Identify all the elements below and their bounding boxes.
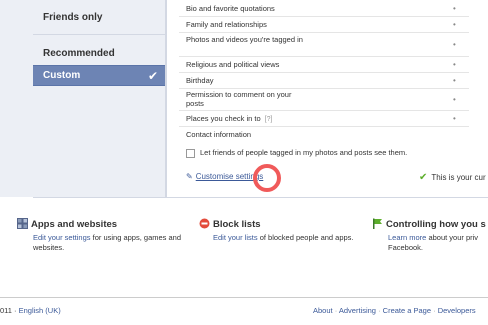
check-icon: ✔ [419, 172, 428, 183]
row-label: Places you check in to [186, 114, 261, 123]
divider [33, 34, 165, 35]
edit-settings-link[interactable]: Edit your settings [33, 233, 91, 242]
row-label: Religious and political views [186, 60, 280, 69]
row-label: Family and relationships [186, 20, 267, 29]
footer-links: About · Advertising · Create a Page · De… [313, 306, 476, 315]
checkmark-icon: ✔ [147, 69, 158, 83]
learn-more-link[interactable]: Learn more [388, 233, 426, 242]
option-recommended[interactable]: Recommended [43, 48, 115, 59]
footer-link-create-page[interactable]: Create a Page [383, 306, 431, 315]
section-title: Apps and websites [31, 219, 118, 230]
list-item[interactable]: Photos and videos you're tagged in • [179, 32, 469, 57]
customise-settings-link[interactable]: ✎ Customise settings [186, 172, 263, 181]
option-custom[interactable]: Custom ✔ [33, 65, 165, 86]
current-setting-status: ✔ This is your cur [419, 172, 486, 183]
setting-dot: • [453, 114, 456, 123]
controlling-section: Controlling how you s Learn more about y… [372, 218, 488, 253]
puzzle-icon [17, 218, 28, 229]
option-friends-only[interactable]: Friends only [43, 12, 102, 23]
setting-dot: • [453, 4, 456, 13]
list-item[interactable]: Contact information [179, 126, 469, 142]
help-icon[interactable]: [?] [265, 116, 273, 123]
block-icon [199, 218, 210, 229]
setting-dot: • [453, 40, 456, 49]
tagged-friends-checkbox[interactable] [186, 148, 195, 158]
list-item[interactable]: Religious and political views • [179, 56, 469, 73]
checkbox-label: Let friends of people tagged in my photo… [200, 148, 408, 157]
footer-link-about[interactable]: About [313, 306, 333, 315]
pencil-icon: ✎ [186, 172, 193, 181]
row-label: Permission to comment on your posts [186, 90, 292, 108]
list-item[interactable]: Bio and favorite quotations • [179, 0, 469, 17]
list-item[interactable]: Family and relationships • [179, 16, 469, 33]
section-title: Controlling how you s [386, 219, 486, 230]
setting-dot: • [453, 76, 456, 85]
footer-link-developers[interactable]: Developers [438, 306, 476, 315]
footer-link-advertising[interactable]: Advertising [339, 306, 376, 315]
footer-divider [0, 297, 488, 298]
section-title: Block lists [213, 219, 261, 230]
apps-websites-section: Apps and websites Edit your settings for… [17, 218, 187, 253]
section-text: of blocked people and apps. [257, 233, 354, 242]
status-text: This is your cur [431, 173, 486, 182]
row-label: Birthday [186, 76, 214, 85]
language-link[interactable]: English (UK) [19, 306, 61, 315]
row-label: Contact information [186, 130, 252, 139]
edit-lists-link[interactable]: Edit your lists [213, 233, 258, 242]
row-label: Photos and videos you're tagged in [186, 35, 303, 44]
flag-icon [373, 218, 382, 229]
setting-dot: • [453, 95, 456, 104]
row-label: Bio and favorite quotations [186, 4, 275, 13]
footer-left: 011 · English (UK) [0, 306, 61, 315]
option-custom-label: Custom [43, 70, 81, 81]
list-item[interactable]: Permission to comment on your posts • [179, 88, 469, 111]
list-item[interactable]: Places you check in to [?] • [179, 110, 469, 127]
setting-dot: • [453, 20, 456, 29]
block-lists-section: Block lists Edit your lists of blocked p… [199, 218, 359, 243]
highlight-circle [253, 164, 281, 192]
divider [33, 197, 488, 198]
copyright: 011 · [0, 306, 19, 315]
setting-dot: • [453, 60, 456, 69]
privacy-options-sidebar [33, 0, 166, 197]
list-item[interactable]: Birthday • [179, 72, 469, 89]
tagged-friends-option[interactable]: Let friends of people tagged in my photo… [186, 148, 407, 158]
